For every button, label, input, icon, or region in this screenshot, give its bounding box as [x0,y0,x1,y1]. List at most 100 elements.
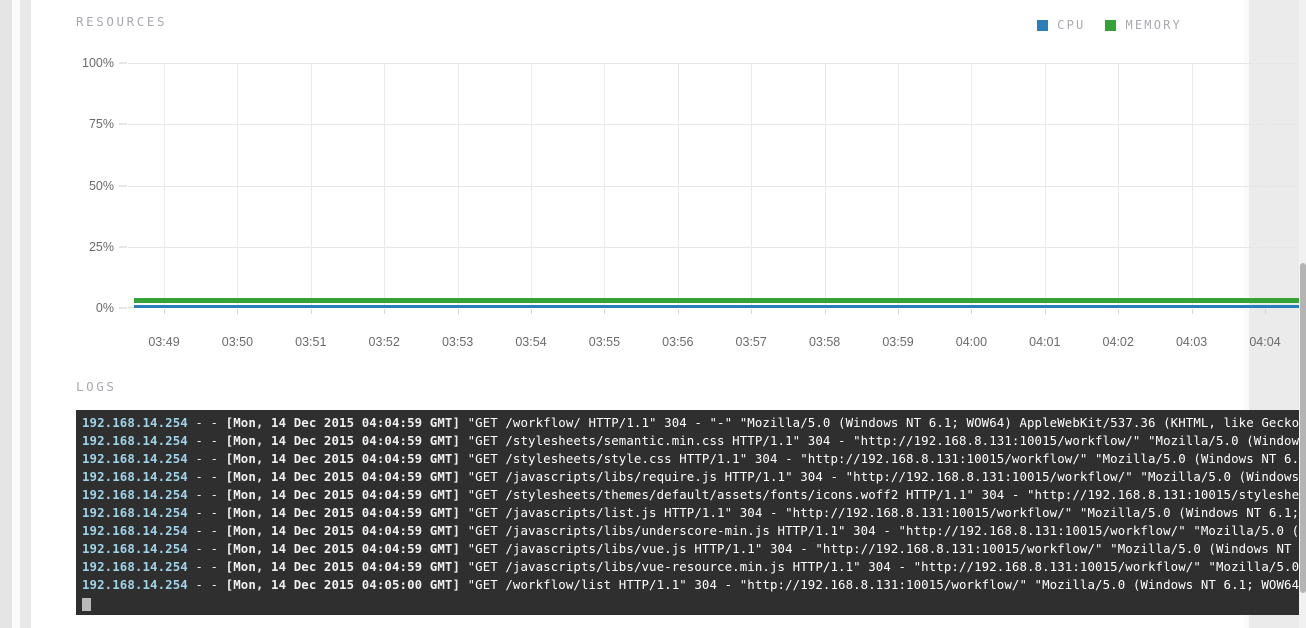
chart-gridline-vertical [677,63,679,308]
log-ip: 192.168.14.254 [82,559,188,574]
chart-gridline-vertical [164,63,165,308]
log-request: "GET /workflow/list HTTP/1.1" 304 - "htt… [460,577,1306,592]
chart-x-tick-mark [898,309,899,314]
cpu-swatch-icon [1037,19,1049,31]
logs-section-title: LOGS [76,379,117,394]
log-line: 192.168.14.254 - - [Mon, 14 Dec 2015 04:… [76,504,1306,522]
legend-item-cpu[interactable]: CPU [1037,18,1085,32]
log-timestamp: [Mon, 14 Dec 2015 04:04:59 GMT] [225,541,461,556]
log-ip: 192.168.14.254 [82,541,188,556]
log-separator: - - [187,451,226,466]
chart-gridline-horizontal [128,185,1306,187]
log-ip: 192.168.14.254 [82,505,188,520]
log-line: 192.168.14.254 - - [Mon, 14 Dec 2015 04:… [76,522,1306,540]
chart-x-tick-mark [604,309,606,314]
log-line: 192.168.14.254 - - [Mon, 14 Dec 2015 04:… [76,558,1306,576]
log-ip: 192.168.14.254 [82,523,188,538]
chart-y-tick-label: 100% [82,56,114,70]
log-request: "GET /javascripts/libs/require.js HTTP/1… [460,469,1306,484]
chart-y-tick-mark [119,123,127,125]
chart-x-tick-mark [237,309,239,314]
terminal-cursor [76,594,1306,612]
chart-x-tick-label: 04:04 [1249,335,1281,349]
chart-gridline-vertical [1265,63,1266,308]
chart-x-tick-mark [457,309,459,314]
log-timestamp: [Mon, 14 Dec 2015 04:04:59 GMT] [225,415,461,430]
chart-x-tick-mark [1265,309,1266,314]
chart-x-tick-mark [751,309,753,314]
memory-swatch-icon [1105,19,1117,31]
chart-y-tick-label: 50% [88,178,114,193]
log-separator: - - [187,469,226,484]
log-timestamp: [Mon, 14 Dec 2015 04:04:59 GMT] [225,433,461,448]
log-separator: - - [187,433,226,448]
chart-y-tick-mark [119,307,127,309]
chart-x-tick-mark [1118,309,1120,314]
left-gutter-edge [20,0,31,628]
left-gutter-outer [0,0,12,628]
chart-y-tick-mark [119,246,127,248]
log-request: "GET /javascripts/libs/vue-resource.min.… [460,559,1306,574]
chart-gridline-vertical [898,63,899,308]
log-ip: 192.168.14.254 [82,415,188,430]
chart-gridline-horizontal [128,63,1306,64]
content-page: RESOURCES CPU MEMORY 100% 75% 50% 25% 0% 03:4… [31,0,1306,628]
log-line: 192.168.14.254 - - [Mon, 14 Dec 2015 04:… [76,414,1306,432]
chart-x-tick-label: 04:03 [1175,335,1208,349]
log-line: 192.168.14.254 - - [Mon, 14 Dec 2015 04:… [76,486,1306,504]
chart-x-tick-mark [531,309,532,314]
legend-item-memory[interactable]: MEMORY [1105,18,1182,32]
resources-chart: 100% 75% 50% 25% 0% 03:49 03:50 03:51 03:52 03:53… [76,45,1306,360]
log-timestamp: [Mon, 14 Dec 2015 04:04:59 GMT] [225,505,461,520]
chart-x-tick-label: 04:01 [1029,335,1061,349]
chart-x-tick-label: 03:54 [515,335,547,349]
chart-legend: CPU MEMORY [1017,18,1182,32]
legend-label-cpu: CPU [1057,18,1086,32]
chart-gridline-vertical [457,63,459,308]
chart-x-tick-mark [824,309,826,314]
log-line: 192.168.14.254 - - [Mon, 14 Dec 2015 04:… [76,576,1306,594]
log-line: 192.168.14.254 - - [Mon, 14 Dec 2015 04:… [76,540,1306,558]
chart-gridline-vertical [1118,63,1120,308]
log-request: "GET /stylesheets/style.css HTTP/1.1" 30… [460,451,1306,466]
log-separator: - - [187,559,226,574]
block-cursor-icon [82,597,91,611]
chart-x-tick-mark [310,309,312,314]
logs-console[interactable]: 192.168.14.254 - - [Mon, 14 Dec 2015 04:… [76,410,1306,615]
log-timestamp: [Mon, 14 Dec 2015 04:04:59 GMT] [225,559,461,574]
chart-x-tick-mark [1191,309,1193,314]
log-ip: 192.168.14.254 [82,577,188,592]
log-separator: - - [187,523,226,538]
log-timestamp: [Mon, 14 Dec 2015 04:04:59 GMT] [225,487,461,502]
chart-y-tick-label: 25% [88,239,114,254]
resources-section-title: RESOURCES [76,14,168,29]
log-request: "GET /javascripts/list.js HTTP/1.1" 304 … [460,505,1306,520]
chart-x-tick-mark [677,309,679,314]
chart-x-tick-label: 03:55 [588,335,621,349]
chart-x-tick-label: 03:53 [441,335,474,349]
chart-gridline-horizontal [128,124,1306,126]
log-request: "GET /javascripts/libs/vue.js HTTP/1.1" … [460,541,1306,556]
chart-gridline-vertical [531,63,532,308]
log-ip: 192.168.14.254 [82,487,188,502]
chart-x-tick-label: 03:58 [808,335,841,349]
vertical-scrollbar-thumb[interactable] [1300,263,1306,593]
log-timestamp: [Mon, 14 Dec 2015 04:04:59 GMT] [225,451,461,466]
log-timestamp: [Mon, 14 Dec 2015 04:05:00 GMT] [225,577,461,592]
chart-x-tick-label: 03:49 [148,335,180,349]
chart-x-tick-label: 03:50 [221,335,254,349]
log-separator: - - [187,415,226,430]
chart-x-tick-mark [164,309,165,314]
chart-x-tick-label: 04:00 [955,335,988,349]
left-gutter-inner [12,0,20,628]
log-request: "GET /workflow/ HTTP/1.1" 304 - "-" "Moz… [460,415,1306,430]
log-line: 192.168.14.254 - - [Mon, 14 Dec 2015 04:… [76,468,1306,486]
log-separator: - - [187,541,226,556]
chart-y-tick-label: 0% [95,301,114,315]
log-request: "GET /stylesheets/themes/default/assets/… [460,487,1306,502]
legend-label-memory: MEMORY [1125,18,1182,32]
log-ip: 192.168.14.254 [82,451,188,466]
chart-gridline-vertical [751,63,753,308]
log-separator: - - [187,487,226,502]
log-separator: - - [187,505,226,520]
